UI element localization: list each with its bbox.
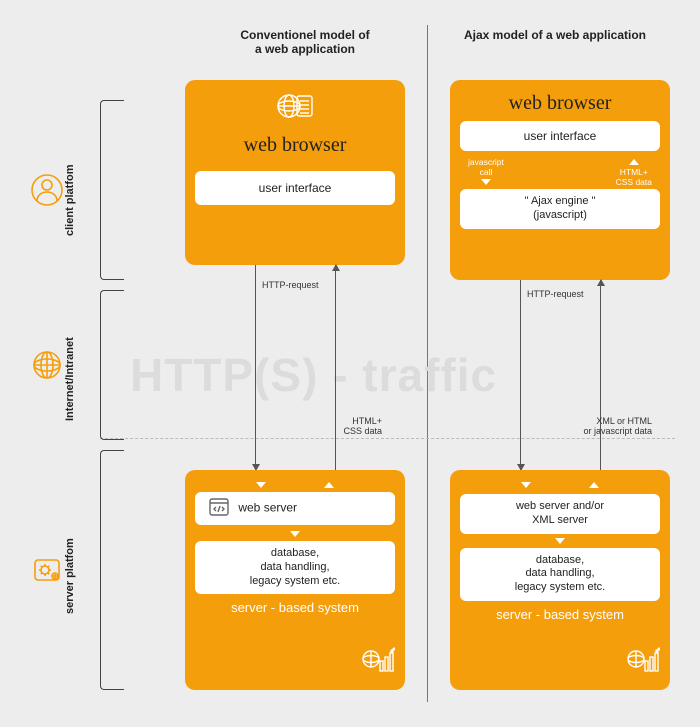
- ajax-htmlcss-label: HTML+ CSS data: [616, 167, 652, 187]
- bracket-client: [100, 100, 124, 280]
- user-icon: [30, 173, 64, 207]
- conv-request-label: HTTP-request: [262, 280, 319, 290]
- ajax-ui-box: user interface: [460, 121, 660, 151]
- code-file-icon: [209, 498, 229, 519]
- ajax-engine-box: " Ajax engine " (javascript): [460, 189, 660, 229]
- conv-webserver-box: web server: [195, 492, 395, 525]
- diagram-root: Conventionel model of a web application …: [0, 0, 700, 727]
- conv-browser-card: web browser user interface: [185, 80, 405, 265]
- globe-icon: [30, 348, 64, 382]
- conv-server-card: web server database, data handling, lega…: [185, 470, 405, 690]
- conv-response-label: HTML+ CSS data: [302, 416, 382, 436]
- ajax-browser-title: web browser: [450, 92, 670, 115]
- ajax-browser-card: web browser user interface javascript ca…: [450, 80, 670, 280]
- conv-ui-box: user interface: [195, 171, 395, 205]
- conv-browser-title: web browser: [185, 134, 405, 157]
- server-data-icon: [361, 647, 395, 682]
- conv-request-arrow: [255, 265, 256, 470]
- chevron-up-icon: [324, 482, 334, 488]
- ajax-response-arrow: [600, 280, 601, 470]
- bracket-server: [100, 450, 124, 690]
- row-label-internet: Internet/Intranet: [64, 337, 76, 421]
- conv-server-title: server - based system: [185, 600, 405, 615]
- row-label-client: client platfom: [64, 164, 76, 236]
- chevron-up-icon: [589, 482, 599, 488]
- ajax-webserver-box: web server and/or XML server: [460, 494, 660, 534]
- watermark-text: HTTP(S) - traffic: [130, 348, 497, 402]
- conv-db-box: database, data handling, legacy system e…: [195, 541, 395, 594]
- conv-webserver-label: web server: [238, 501, 297, 515]
- chevron-down-icon: [521, 482, 531, 488]
- globe-doc-icon: [185, 90, 405, 126]
- dash-line: [100, 438, 675, 439]
- chevron-down-icon: [555, 538, 565, 544]
- conv-response-arrow: [335, 265, 336, 470]
- header-conventional: Conventionel model of a web application: [195, 28, 415, 56]
- ajax-server-title: server - based system: [450, 607, 670, 622]
- ajax-db-box: database, data handling, legacy system e…: [460, 548, 660, 601]
- chevron-down-icon: [256, 482, 266, 488]
- ajax-response-label: XML or HTML or javascript data: [552, 416, 652, 436]
- bracket-internet: [100, 290, 124, 440]
- ajax-server-card: web server and/or XML server database, d…: [450, 470, 670, 690]
- chevron-down-icon: [290, 531, 300, 537]
- ajax-jscall-label: javascript call: [468, 157, 504, 177]
- chevron-down-icon: [481, 179, 491, 185]
- chevron-up-icon: [629, 159, 639, 165]
- server-icon: [30, 553, 64, 587]
- header-ajax: Ajax model of a web application: [445, 28, 665, 42]
- ajax-request-label: HTTP-request: [527, 289, 584, 299]
- row-label-server: server platfom: [64, 538, 76, 614]
- server-data-icon: [626, 647, 660, 682]
- ajax-request-arrow: [520, 280, 521, 470]
